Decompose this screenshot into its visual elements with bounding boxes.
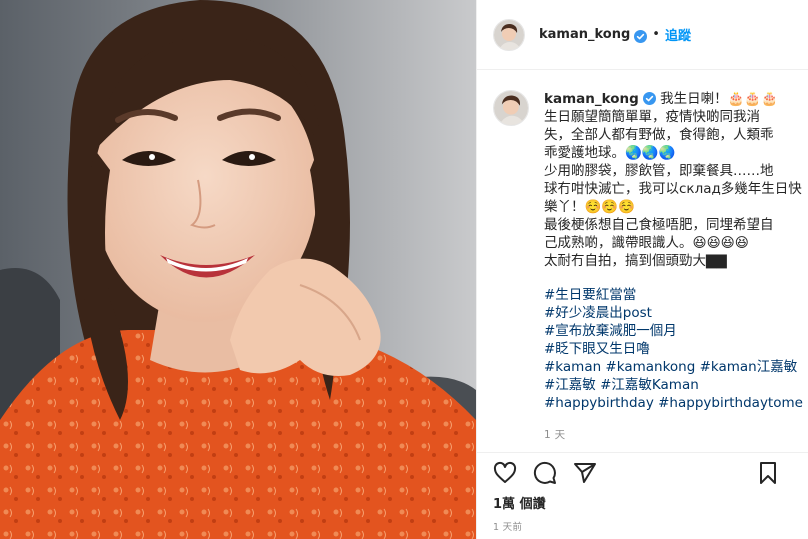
hashtag-link[interactable]: #happybirthday #happybirthdaytome — [544, 394, 803, 412]
share-icon[interactable] — [573, 461, 597, 485]
caption-first-line: kaman_kong 我生日喇！🎂🎂🎂 — [544, 90, 794, 108]
hashtag-link[interactable]: #宣布放棄減肥一個月 — [544, 322, 794, 340]
hashtag-list: #生日要紅當當 #好少凌晨出post #宣布放棄減肥一個月 #眨下眼又生日嚕 #… — [544, 286, 803, 412]
avatar[interactable] — [493, 18, 525, 51]
verified-badge-icon — [634, 28, 648, 43]
caption-line: 失，全部人都有野做，食得飽，人類乖 — [544, 127, 774, 143]
caption-username[interactable]: kaman_kong — [544, 91, 639, 107]
verified-badge-icon — [642, 92, 656, 105]
hashtag-link[interactable]: #生日要紅當當 — [544, 286, 794, 304]
bookmark-icon[interactable] — [756, 461, 780, 485]
caption-avatar[interactable] — [493, 90, 529, 126]
hashtag-link[interactable]: #好少凌晨出post — [544, 304, 794, 322]
caption: kaman_kong 我生日喇！🎂🎂🎂 生日願望簡簡單單，疫情快啲同我消 失，全… — [493, 90, 803, 444]
hashtag-link[interactable]: #眨下眼又生日嚕 — [544, 340, 794, 358]
separator-dot: • — [652, 27, 660, 42]
hashtag-link[interactable]: #kaman #kamankong #kaman江嘉敏 — [544, 358, 797, 376]
avatar-image — [494, 19, 524, 50]
hashtag-link[interactable]: #江嘉敏 #江嘉敏Kaman — [544, 376, 794, 394]
heart-icon[interactable] — [493, 461, 517, 485]
caption-text: kaman_kong 我生日喇！🎂🎂🎂 生日願望簡簡單單，疫情快啲同我消 失，全… — [544, 90, 803, 444]
caption-line: 球冇咁快滅亡，我可以склад多幾年生日快 — [544, 181, 802, 197]
post-sidebar: kaman_kong • 追蹤 kaman_kong 我生日喇！🎂🎂🎂 生日願望… — [476, 0, 808, 539]
avatar-image — [494, 91, 528, 125]
caption-line: 己成熟啲，識帶眼識人。😆😆😆😆 — [544, 235, 749, 251]
post-header: kaman_kong • 追蹤 — [477, 0, 808, 70]
post-photo[interactable] — [0, 0, 476, 539]
like-count[interactable]: 1萬 個讚 — [493, 493, 546, 512]
follow-button[interactable]: 追蹤 — [665, 25, 691, 44]
caption-line: 最後梗係想自己食極唔肥，同埋希望自 — [544, 217, 774, 233]
caption-line: 我生日喇！🎂🎂🎂 — [660, 91, 779, 107]
caption-line: 生日願望簡簡單單，疫情快啲同我消 — [544, 109, 760, 125]
instagram-post-view: kaman_kong • 追蹤 kaman_kong 我生日喇！🎂🎂🎂 生日願望… — [0, 0, 808, 539]
caption-line: 少用啲膠袋，膠飲管，即棄餐具……地 — [544, 163, 774, 179]
post-timestamp: 1 天前 — [493, 522, 523, 533]
caption-timestamp: 1 天 — [544, 429, 566, 441]
header-username[interactable]: kaman_kong — [539, 27, 630, 42]
selfie-image — [0, 0, 476, 539]
caption-line: 樂丫！☺️☺️☺️ — [544, 199, 635, 215]
action-bar — [477, 452, 808, 492]
comment-icon[interactable] — [533, 461, 557, 485]
caption-line: 太耐冇自拍，搞到個頭勁大▇▇ — [544, 253, 727, 269]
caption-line: 乖愛護地球。🌏🌏🌏 — [544, 145, 676, 161]
